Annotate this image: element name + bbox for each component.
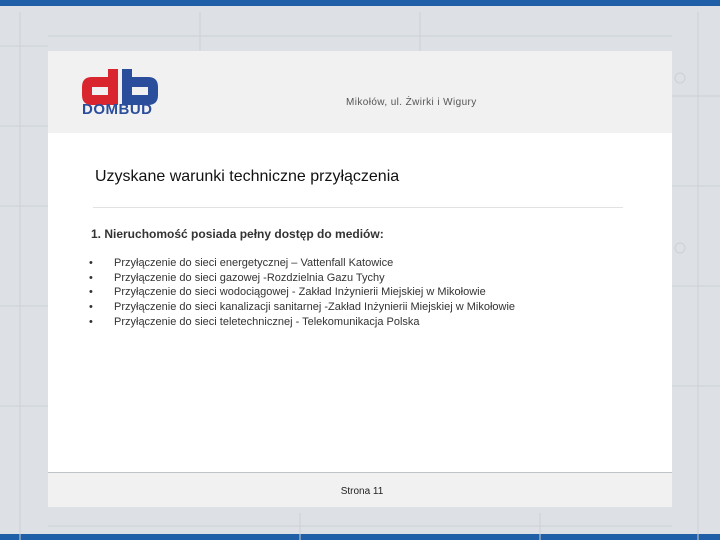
company-address: Mikołów, ul. Żwirki i Wigury [346, 97, 477, 108]
list-item: • Przyłączenie do sieci wodociągowej - Z… [89, 285, 515, 300]
list-item: • Przyłączenie do sieci gazowej -Rozdzie… [89, 271, 515, 286]
list-item: • Przyłączenie do sieci kanalizacji sani… [89, 300, 515, 315]
list-item: • Przyłączenie do sieci teletechnicznej … [89, 315, 515, 330]
bullet-symbol: • [89, 301, 93, 314]
slide: DOMBUD Mikołów, ul. Żwirki i Wigury Uzys… [48, 51, 672, 507]
utilities-list: • Przyłączenie do sieci energetycznej – … [89, 256, 515, 329]
bullet-symbol: • [89, 257, 93, 269]
list-item-text: Przyłączenie do sieci wodociągowej - Zak… [114, 286, 486, 299]
page-title: Uzyskane warunki techniczne przyłączenia [95, 168, 400, 185]
section-heading: 1. Nieruchomość posiada pełny dostęp do … [91, 227, 384, 241]
list-item: • Przyłączenie do sieci energetycznej – … [89, 256, 515, 271]
list-item-text: Przyłączenie do sieci kanalizacji sanita… [114, 301, 516, 314]
bullet-symbol: • [89, 286, 93, 299]
list-item-text: Przyłączenie do sieci energetycznej – Va… [114, 257, 394, 269]
page-number: Strona 11 [340, 486, 384, 497]
bullet-symbol: • [89, 315, 93, 328]
logo-text: DOMBUD [82, 101, 153, 118]
header: DOMBUD Mikołów, ul. Żwirki i Wigury [48, 51, 672, 133]
list-item-text: Przyłączenie do sieci gazowej -Rozdzieln… [114, 271, 385, 284]
bullet-symbol: • [89, 271, 93, 284]
list-item-text: Przyłączenie do sieci teletechnicznej - … [114, 315, 420, 328]
title-divider [93, 207, 623, 208]
